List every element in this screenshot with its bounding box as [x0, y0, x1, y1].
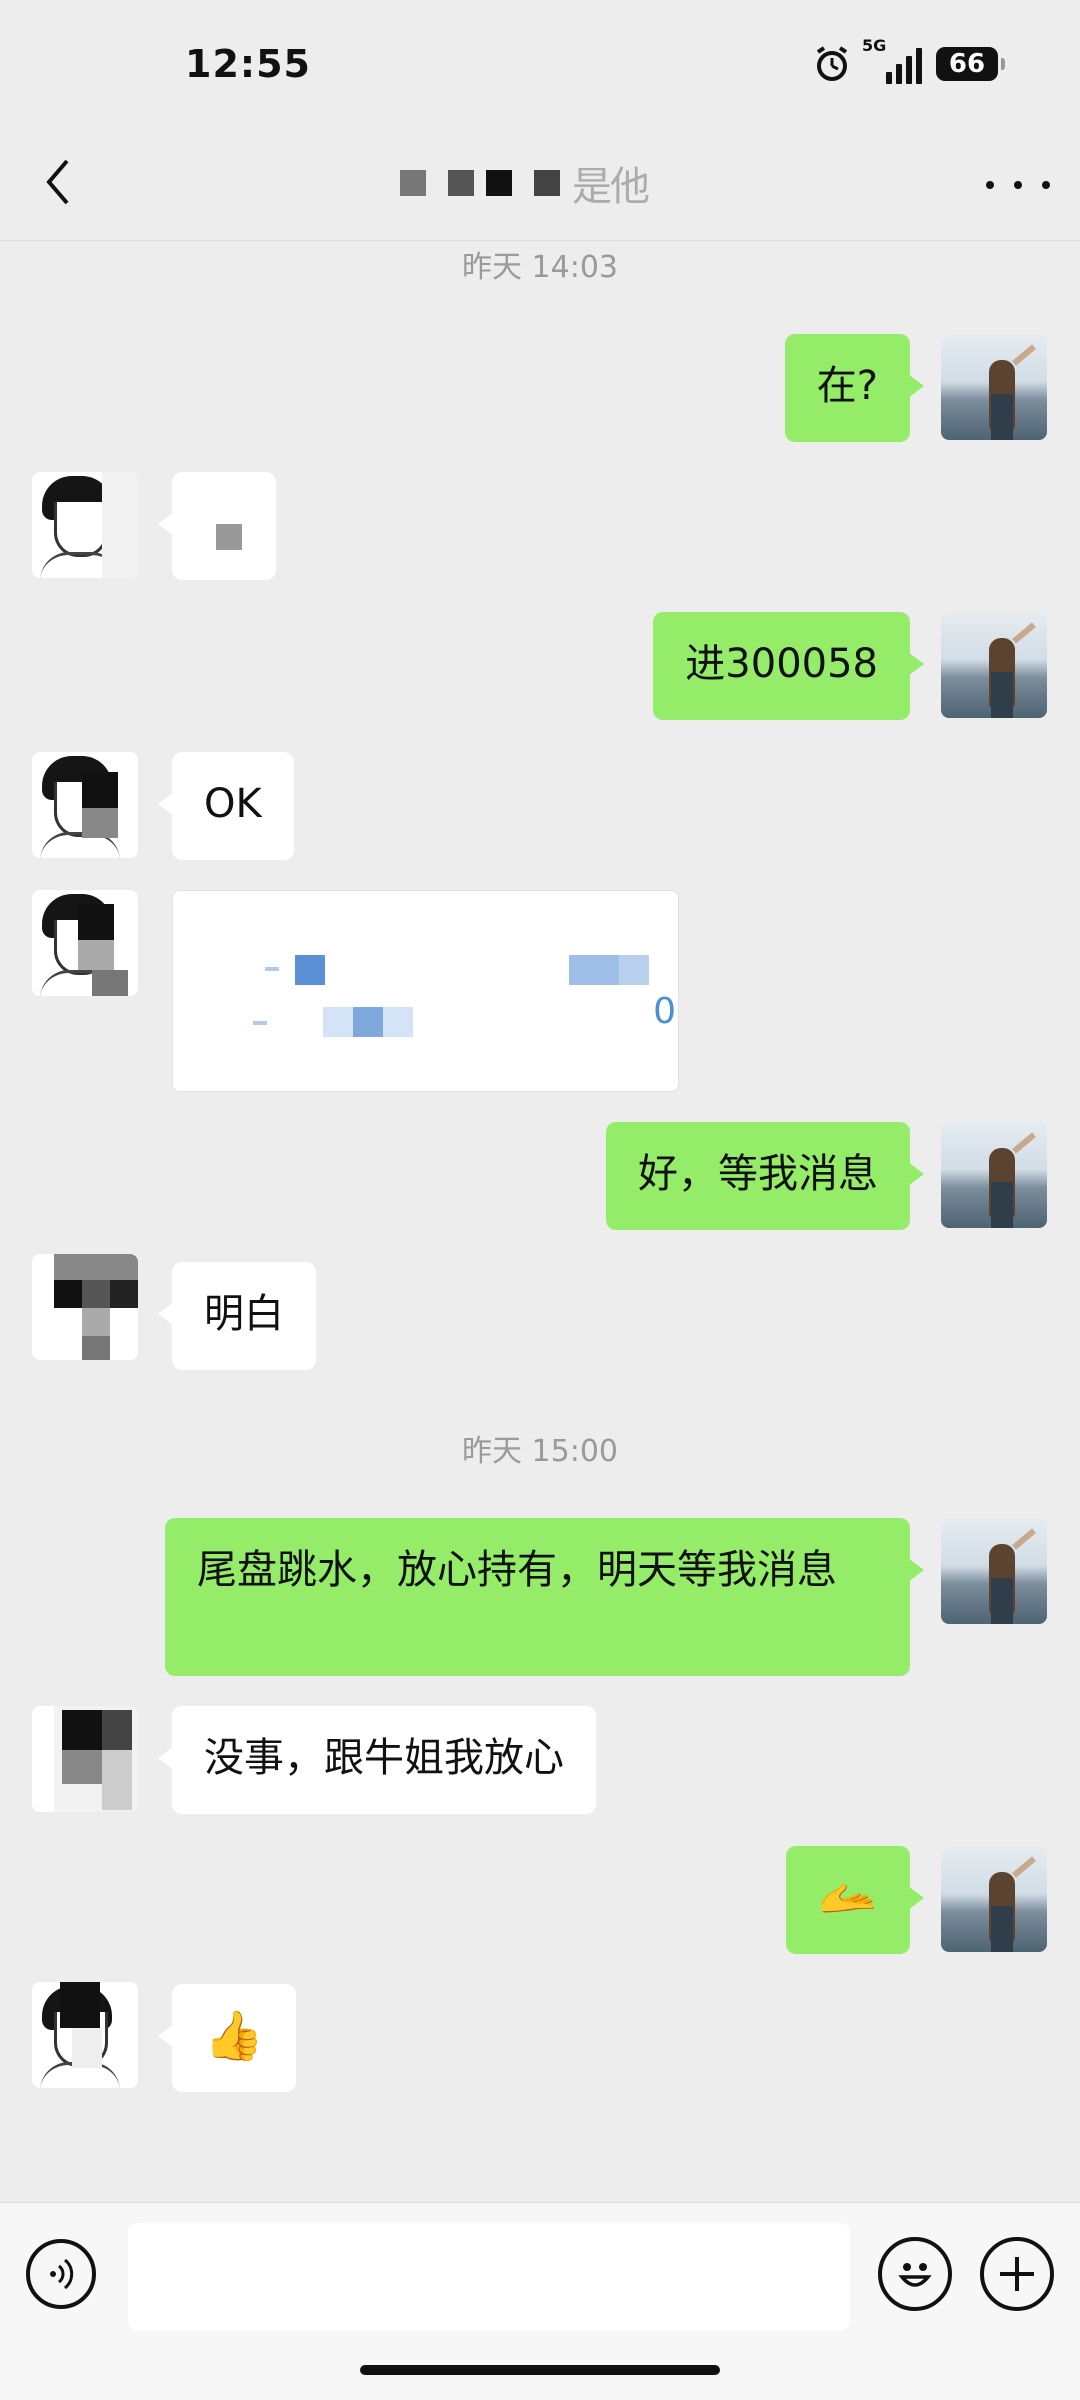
avatar-self[interactable] — [941, 1846, 1047, 1952]
message-text: 没事，跟牛姐我放心 — [204, 1735, 564, 1781]
status-time: 12:55 — [185, 42, 311, 86]
title-mosaic — [448, 170, 474, 196]
title-mosaic — [486, 170, 512, 196]
chevron-left-icon — [46, 159, 69, 205]
message-text: 进300058 — [685, 641, 878, 687]
timestamp: 昨天 14:03 — [462, 250, 618, 285]
more-dot-icon — [1042, 181, 1050, 189]
message-bubble-incoming[interactable]: 没事，跟牛姐我放心 — [158, 1706, 596, 1814]
redacted-content — [619, 955, 649, 985]
card-value: 0 — [653, 991, 676, 1032]
timestamp: 昨天 15:00 — [462, 1434, 618, 1469]
message-text: 尾盘跳水，放心持有，明天等我消息 — [197, 1547, 837, 1593]
plus-icon — [1000, 2257, 1034, 2291]
smiley-icon — [898, 2263, 932, 2287]
emoji-button[interactable] — [878, 2237, 952, 2311]
redacted-content — [383, 1007, 413, 1037]
signal-icon: 5G — [862, 36, 922, 84]
message-bubble-incoming[interactable]: OK — [158, 752, 294, 860]
thumbs-up-emoji-icon: 👍 — [204, 2008, 264, 2064]
avatar-self[interactable] — [941, 612, 1047, 718]
chat-screen: 12:55 5G 66 是他 昨天 14:03 在? 进300058 OK 0 … — [0, 0, 1080, 2400]
alarm-icon — [812, 44, 852, 84]
message-bubble-outgoing[interactable]: 好，等我消息 — [606, 1122, 924, 1230]
redacted-content — [295, 955, 325, 985]
chat-title-text: 是他 — [572, 164, 650, 210]
more-button[interactable] — [986, 160, 1050, 210]
network-type: 5G — [862, 36, 887, 55]
avatar-peer[interactable] — [32, 1254, 138, 1360]
home-indicator[interactable] — [360, 2365, 720, 2375]
avatar-peer[interactable] — [32, 1982, 138, 2088]
redacted-content — [265, 967, 279, 971]
redacted-content — [216, 524, 242, 550]
more-dot-icon — [986, 181, 994, 189]
message-text: 明白 — [204, 1291, 284, 1337]
shared-card[interactable]: 0 — [172, 890, 679, 1092]
voice-icon — [50, 2258, 74, 2290]
redacted-content — [353, 1007, 383, 1037]
message-bubble-outgoing[interactable]: 🫴 — [786, 1846, 924, 1954]
avatar-peer[interactable] — [32, 1706, 138, 1812]
message-bubble-outgoing[interactable]: 进300058 — [653, 612, 924, 720]
title-mosaic — [400, 170, 426, 196]
more-dot-icon — [1014, 181, 1022, 189]
redacted-content — [569, 955, 619, 985]
avatar-self[interactable] — [941, 334, 1047, 440]
nav-bar: 是他 — [0, 130, 1080, 241]
avatar-self[interactable] — [941, 1518, 1047, 1624]
message-text: 好，等我消息 — [638, 1151, 878, 1197]
battery-icon: 66 — [936, 47, 1005, 81]
hand-emoji-icon: 🫴 — [818, 1870, 878, 1926]
back-button[interactable] — [28, 152, 88, 212]
avatar-peer[interactable] — [32, 890, 138, 996]
message-bubble-incoming[interactable]: 明白 — [158, 1262, 316, 1370]
voice-input-button[interactable] — [26, 2239, 96, 2309]
status-bar: 12:55 5G 66 — [0, 0, 1080, 130]
redacted-content — [323, 1007, 353, 1037]
title-mosaic — [534, 170, 560, 196]
avatar-self[interactable] — [941, 1122, 1047, 1228]
status-icons: 5G 66 — [812, 36, 1005, 84]
avatar-peer[interactable] — [32, 472, 138, 578]
redacted-content — [253, 1021, 267, 1025]
chat-title: 是他 — [400, 158, 680, 210]
message-input[interactable] — [128, 2223, 850, 2331]
message-text: 在? — [816, 363, 878, 409]
avatar-peer[interactable] — [32, 752, 138, 858]
message-bubble-incoming[interactable]: 👍 — [158, 1984, 296, 2092]
message-bubble-incoming[interactable] — [158, 472, 276, 580]
message-text: OK — [204, 781, 262, 827]
message-bubble-outgoing[interactable]: 在? — [784, 334, 925, 442]
more-actions-button[interactable] — [980, 2237, 1054, 2311]
message-bubble-outgoing[interactable]: 尾盘跳水，放心持有，明天等我消息 — [165, 1518, 924, 1676]
